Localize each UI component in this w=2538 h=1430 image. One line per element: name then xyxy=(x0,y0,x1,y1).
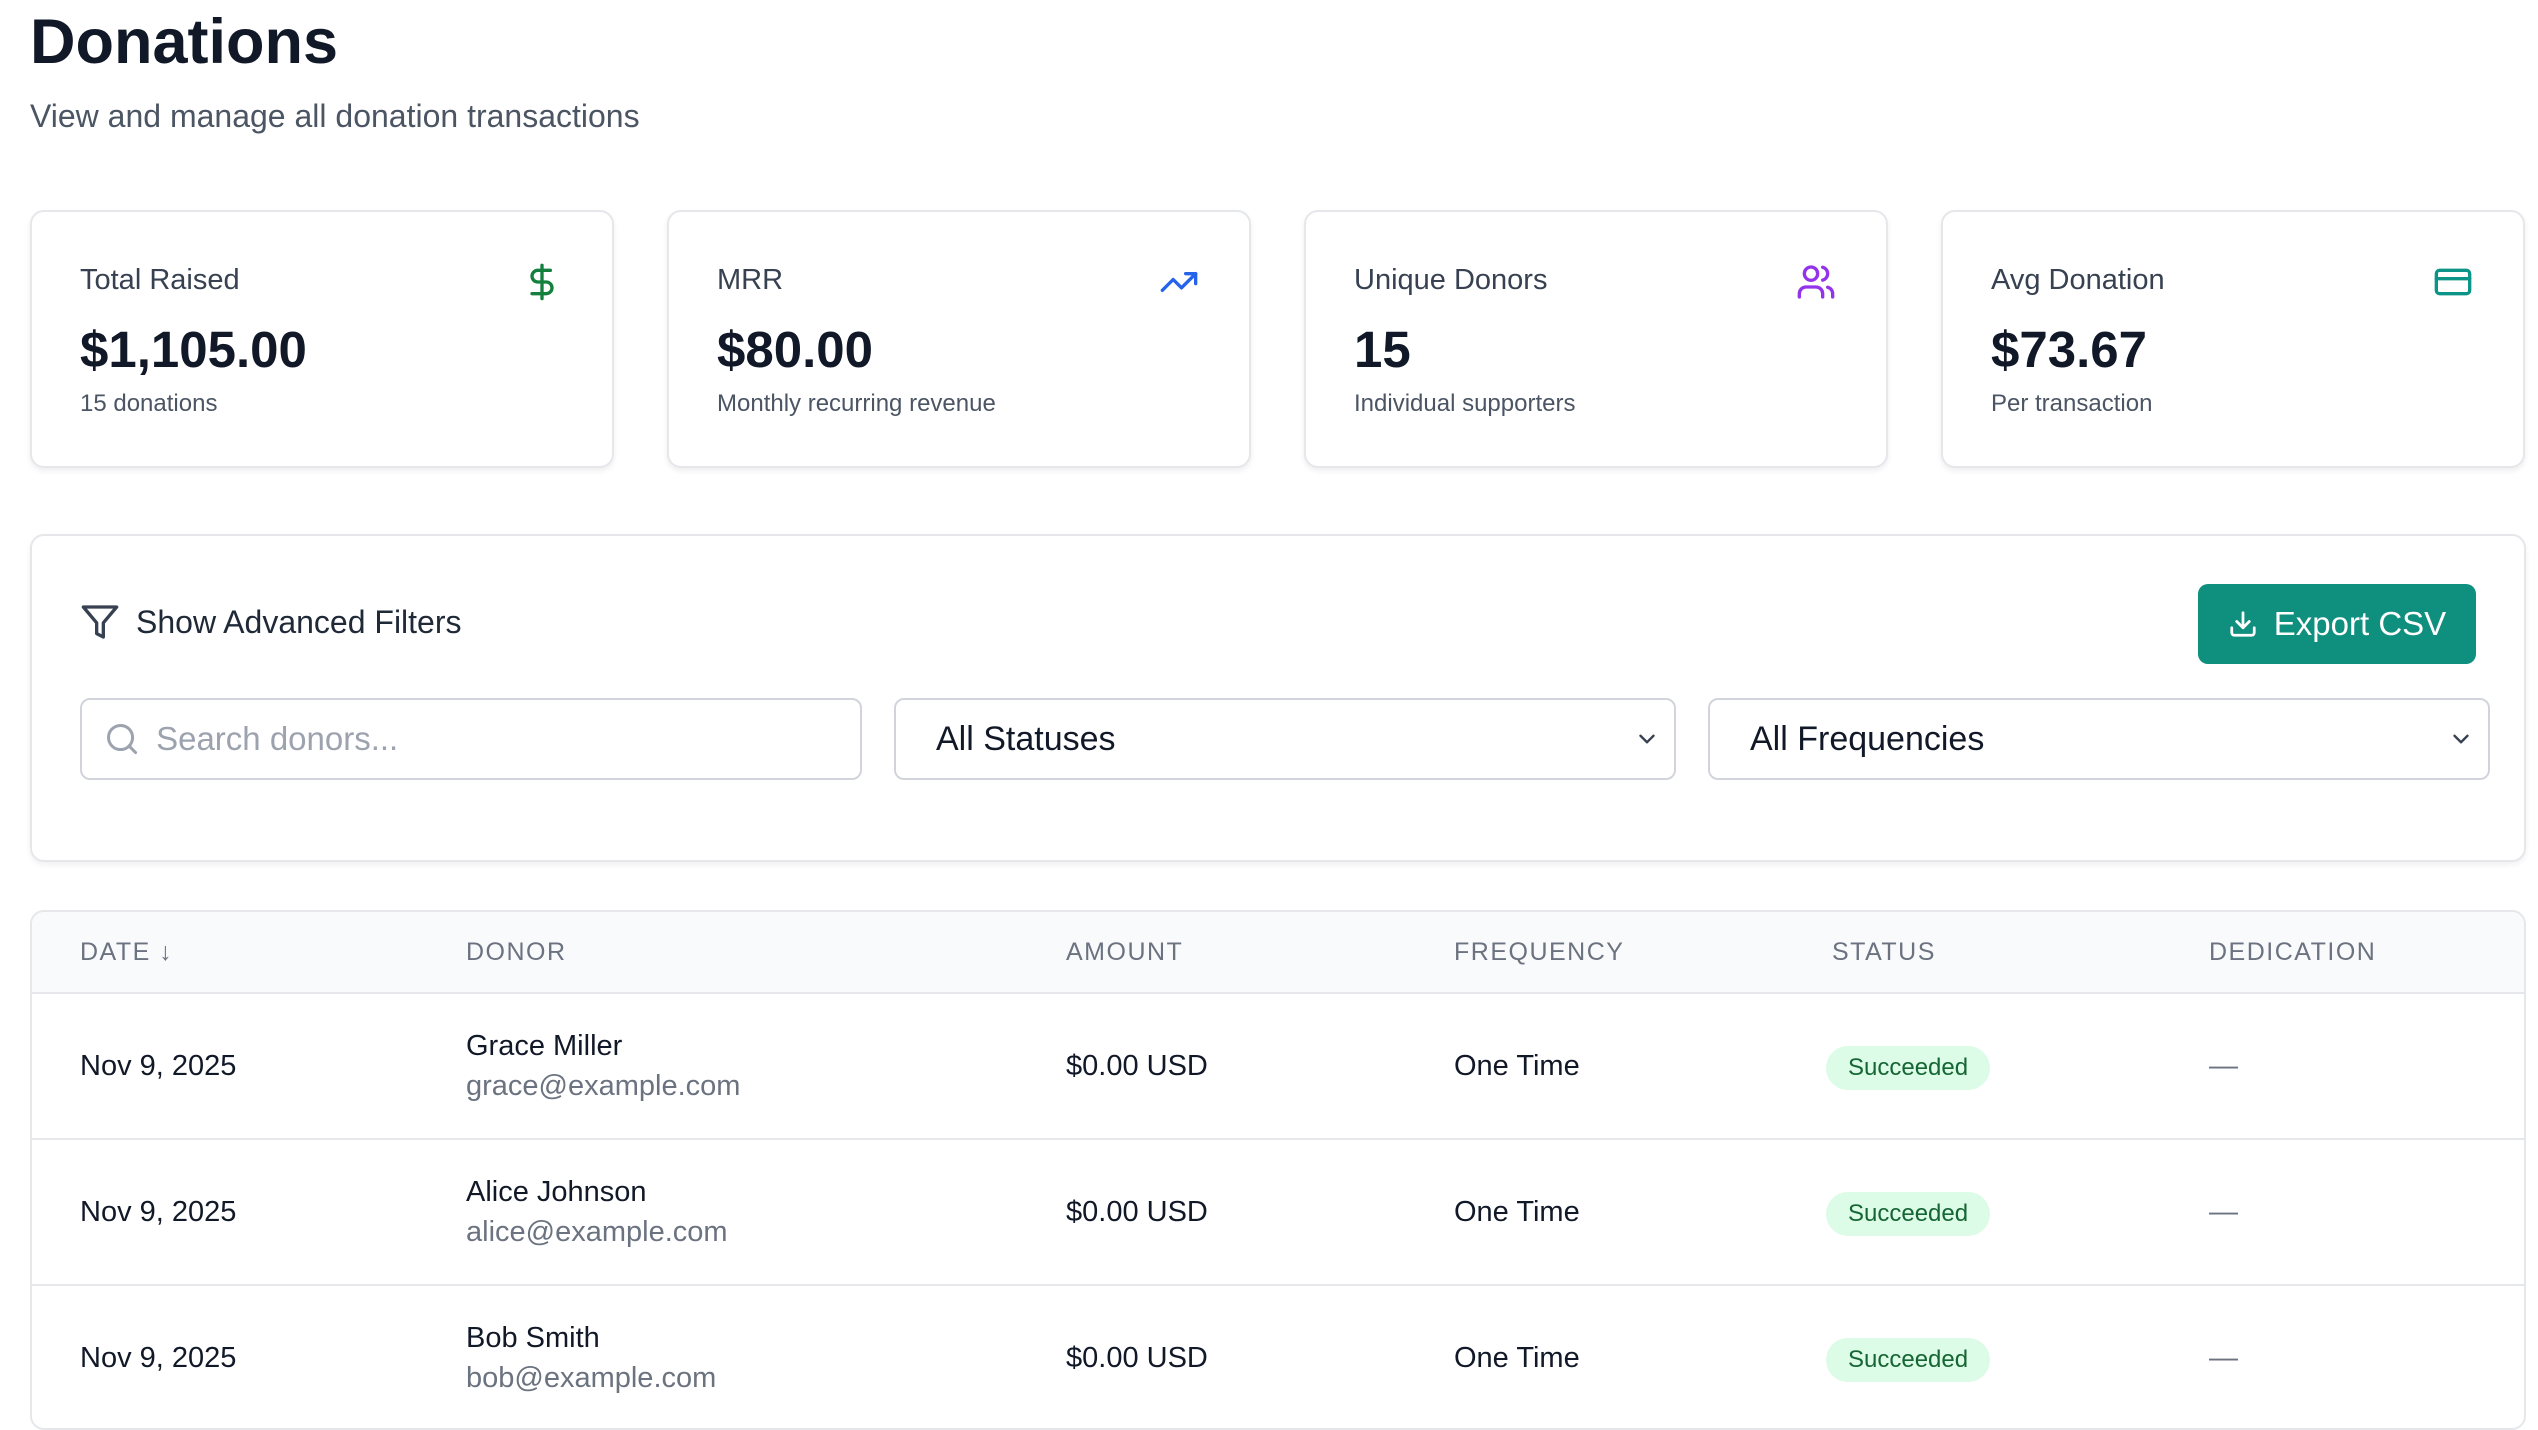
column-header-status: STATUS xyxy=(1832,938,1936,966)
donations-page: Donations View and manage all donation t… xyxy=(0,0,2538,1430)
date-cell: Nov 9, 2025 xyxy=(80,1196,237,1228)
amount-cell: $0.00 USD xyxy=(1066,1196,1208,1228)
donor-email: bob@example.com xyxy=(466,1362,717,1394)
column-header-donor: DONOR xyxy=(466,938,567,966)
export-csv-button[interactable]: Export CSV xyxy=(2198,584,2476,664)
search-input[interactable] xyxy=(140,719,860,759)
dollar-icon xyxy=(530,263,554,301)
stat-label: Unique Donors xyxy=(1354,264,1548,296)
status-select-value: All Statuses xyxy=(936,719,1116,758)
frequency-select-value: All Frequencies xyxy=(1750,719,1985,758)
table-row[interactable]: Nov 9, 2025 Grace Miller grace@example.c… xyxy=(32,994,2524,1140)
stat-value: $80.00 xyxy=(717,321,873,378)
stat-value: $1,105.00 xyxy=(80,321,307,378)
stat-note: Individual supporters xyxy=(1354,390,1576,417)
stat-label: Avg Donation xyxy=(1991,264,2165,296)
frequency-cell: One Time xyxy=(1454,1342,1580,1374)
frequency-cell: One Time xyxy=(1454,1050,1580,1082)
frequency-cell: One Time xyxy=(1454,1196,1580,1228)
advanced-filters-label: Show Advanced Filters xyxy=(136,603,462,640)
stat-card-total-raised: Total Raised $1,105.00 15 donations xyxy=(30,210,614,468)
stat-note: Monthly recurring revenue xyxy=(717,390,996,417)
stat-value: $73.67 xyxy=(1991,321,2147,378)
stat-label: MRR xyxy=(717,264,784,296)
status-badge: Succeeded xyxy=(1826,1046,1991,1090)
donor-email: grace@example.com xyxy=(466,1070,741,1102)
chevron-down-icon xyxy=(1639,734,1655,744)
stat-note: 15 donations xyxy=(80,390,218,417)
table-header: DATE ↓ DONOR AMOUNT FREQUENCY STATUS DED… xyxy=(32,912,2524,994)
column-header-amount: AMOUNT xyxy=(1066,938,1184,966)
stat-value: 15 xyxy=(1354,321,1411,378)
download-icon xyxy=(2230,611,2256,637)
table-row[interactable]: Nov 9, 2025 Bob Smith bob@example.com $0… xyxy=(32,1286,2524,1428)
users-icon xyxy=(1797,265,1835,299)
dedication-cell: — xyxy=(2209,1050,2238,1082)
stat-card-unique-donors: Unique Donors 15 Individual supporters xyxy=(1304,210,1888,468)
donor-name: Bob Smith xyxy=(466,1322,600,1354)
donor-email: alice@example.com xyxy=(466,1216,728,1248)
trending-up-icon xyxy=(1160,272,1198,292)
filter-icon xyxy=(81,605,119,639)
show-advanced-filters-toggle[interactable]: Show Advanced Filters xyxy=(80,602,462,642)
table-row[interactable]: Nov 9, 2025 Alice Johnson alice@example.… xyxy=(32,1140,2524,1286)
page-subtitle: View and manage all donation transaction… xyxy=(30,98,640,134)
search-icon xyxy=(107,723,138,755)
page-title: Donations xyxy=(30,7,338,77)
filter-panel: Show Advanced Filters Export CSV All Sta… xyxy=(30,534,2526,862)
column-header-date[interactable]: DATE ↓ xyxy=(80,938,173,967)
stat-label: Total Raised xyxy=(80,264,240,296)
status-badge: Succeeded xyxy=(1826,1338,1991,1382)
stat-card-avg-donation: Avg Donation $73.67 Per transaction xyxy=(1941,210,2525,468)
export-csv-label: Export CSV xyxy=(2273,605,2447,642)
amount-cell: $0.00 USD xyxy=(1066,1050,1208,1082)
donations-table: DATE ↓ DONOR AMOUNT FREQUENCY STATUS DED… xyxy=(30,910,2526,1430)
stat-card-mrr: MRR $80.00 Monthly recurring revenue xyxy=(667,210,1251,468)
dedication-cell: — xyxy=(2209,1342,2238,1374)
amount-cell: $0.00 USD xyxy=(1066,1342,1208,1374)
date-cell: Nov 9, 2025 xyxy=(80,1050,237,1082)
status-badge: Succeeded xyxy=(1826,1192,1991,1236)
column-header-dedication: DEDICATION xyxy=(2209,938,2377,966)
search-field xyxy=(80,698,862,780)
donor-name: Alice Johnson xyxy=(466,1176,647,1208)
stat-note: Per transaction xyxy=(1991,390,2153,417)
column-header-frequency: FREQUENCY xyxy=(1454,938,1625,966)
frequency-select[interactable]: All Frequencies xyxy=(1708,698,2490,780)
status-select[interactable]: All Statuses xyxy=(894,698,1676,780)
dedication-cell: — xyxy=(2209,1196,2238,1228)
donor-name: Grace Miller xyxy=(466,1030,623,1062)
chevron-down-icon xyxy=(2453,734,2469,744)
credit-card-icon xyxy=(2434,268,2472,296)
date-cell: Nov 9, 2025 xyxy=(80,1342,237,1374)
